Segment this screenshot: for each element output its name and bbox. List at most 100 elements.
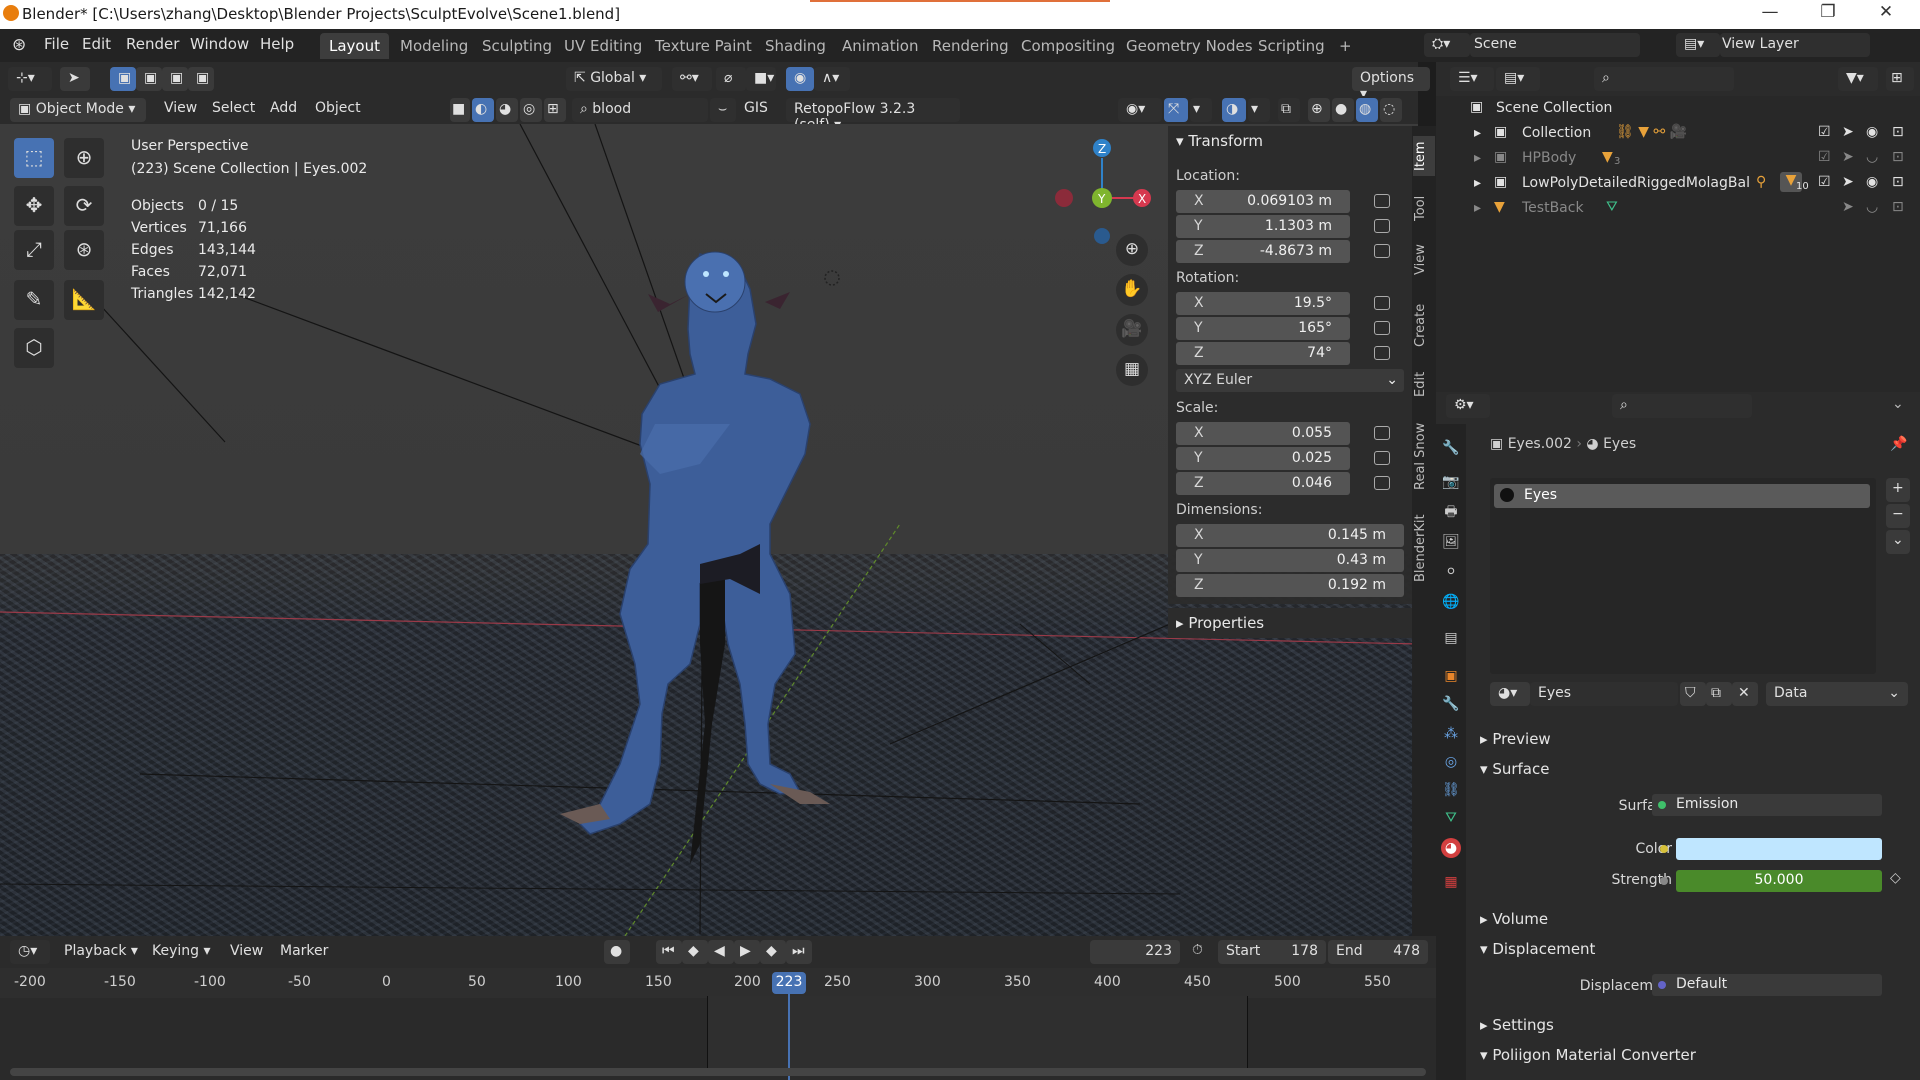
options-dropdown[interactable]: Options ▾: [1352, 67, 1430, 102]
shading-wire-icon[interactable]: ◎: [520, 98, 542, 122]
timeline-area[interactable]: -200 -150 -100 -50 0 50 100 150 200 223 …: [0, 968, 1436, 1080]
exclude-checkbox-icon[interactable]: ☑: [1818, 124, 1831, 140]
select-mode-extend-icon[interactable]: ▣: [136, 67, 162, 91]
exclude-checkbox-icon[interactable]: ☑: [1818, 174, 1831, 190]
duplicate-material-icon[interactable]: ⧉: [1706, 682, 1732, 706]
lock-scale-x-icon[interactable]: [1374, 426, 1390, 440]
play-reverse-icon[interactable]: ◀: [708, 940, 734, 964]
proportional-falloff-icon[interactable]: ∧▾: [814, 67, 850, 91]
section-preview[interactable]: ▸ Preview: [1480, 730, 1551, 748]
render-camera-icon[interactable]: ⊡: [1892, 149, 1904, 165]
blender-menu-icon[interactable]: ⊛: [12, 35, 26, 55]
scene-name-field[interactable]: Scene: [1470, 33, 1640, 57]
viewport-wireframe-icon[interactable]: ⊕: [1308, 98, 1330, 122]
constraints-properties-icon[interactable]: ⛓: [1441, 780, 1461, 800]
expand-arrow-icon[interactable]: ▸: [1474, 175, 1481, 191]
emission-color-swatch[interactable]: [1676, 838, 1882, 860]
next-keyframe-icon[interactable]: ◆: [760, 940, 786, 964]
rotation-x-field[interactable]: X 19.5°: [1176, 292, 1350, 315]
current-frame-field[interactable]: 223: [1090, 940, 1180, 964]
render-properties-icon[interactable]: 📷: [1441, 472, 1461, 492]
modifier-properties-icon[interactable]: 🔧: [1441, 694, 1461, 714]
pivot-point-icon[interactable]: ⚯▾: [672, 67, 712, 91]
dimensions-z-field[interactable]: Z 0.192 m: [1176, 574, 1404, 597]
scale-x-field[interactable]: X 0.055: [1176, 422, 1350, 445]
shading-rendered-icon[interactable]: ◕: [496, 98, 518, 122]
overlay-toggle-icon[interactable]: ◑: [1222, 98, 1246, 122]
playhead-frame-label[interactable]: 223: [772, 972, 806, 994]
prev-keyframe-icon[interactable]: ◆: [682, 940, 708, 964]
viewport-material-icon[interactable]: ◍: [1356, 98, 1378, 122]
sidebar-tab-edit[interactable]: Edit: [1413, 366, 1435, 402]
viewport-menu-object[interactable]: Object: [315, 100, 361, 116]
editor-type-button[interactable]: ⊹▾: [8, 67, 52, 91]
sidebar-tab-item[interactable]: Item: [1413, 136, 1435, 176]
maximize-button[interactable]: ❐: [1808, 2, 1848, 22]
material-browse-icon[interactable]: ◕▾: [1490, 682, 1530, 706]
gizmo-dropdown-icon[interactable]: ▾: [1190, 98, 1212, 122]
output-properties-icon[interactable]: 🖶: [1441, 502, 1461, 522]
object-mode-dropdown[interactable]: ▣ Object Mode ▾: [10, 98, 146, 122]
visibility-eye-icon[interactable]: ◉: [1866, 174, 1878, 190]
view-layer-icon[interactable]: ▤▾: [1676, 33, 1720, 57]
keyframe-diamond-icon[interactable]: ◇: [1890, 870, 1901, 886]
scale-y-field[interactable]: Y 0.025: [1176, 447, 1350, 470]
selectable-arrow-icon[interactable]: ➤: [1842, 124, 1854, 140]
sidebar-tab-view[interactable]: View: [1413, 240, 1435, 280]
particles-properties-icon[interactable]: ⁂: [1441, 724, 1461, 744]
visibility-eye-icon[interactable]: ◉: [1866, 124, 1878, 140]
section-poliigon-converter[interactable]: ▾ Poliigon Material Converter: [1480, 1046, 1696, 1064]
texture-properties-icon[interactable]: ▦: [1441, 872, 1461, 892]
lock-location-x-icon[interactable]: [1374, 194, 1390, 208]
dimensions-x-field[interactable]: X 0.145 m: [1176, 524, 1404, 547]
tool-settings-icon[interactable]: 🔧: [1441, 438, 1461, 458]
material-search-field[interactable]: ⌕ blood: [572, 98, 708, 122]
expand-arrow-icon[interactable]: ▸: [1474, 125, 1481, 141]
outliner-filter-icon[interactable]: ▼▾: [1838, 67, 1878, 91]
viewport-menu-view[interactable]: View: [164, 100, 197, 116]
snap-toggle-icon[interactable]: ⌀: [716, 67, 746, 91]
new-collection-icon[interactable]: ⊞: [1886, 67, 1914, 91]
select-mode-subtract-icon[interactable]: ▣: [162, 67, 188, 91]
use-preview-range-icon[interactable]: ⏱: [1192, 942, 1203, 958]
sidebar-tab-blenderkit[interactable]: BlenderKit: [1413, 510, 1435, 586]
sidebar-tab-create[interactable]: Create: [1413, 300, 1435, 350]
material-search-toggle-icon[interactable]: ⌣: [710, 98, 736, 122]
selectable-arrow-icon[interactable]: ➤: [1842, 149, 1854, 165]
retopoflow-menu[interactable]: RetopoFlow 3.2.3 (self) ▾: [786, 98, 960, 133]
snap-target-icon[interactable]: ■▾: [746, 67, 776, 91]
timeline-editor-type-icon[interactable]: ◷▾: [10, 940, 50, 964]
viewport-solid-icon[interactable]: ●: [1332, 98, 1354, 122]
displacement-field[interactable]: Default: [1652, 974, 1882, 996]
pan-hand-icon[interactable]: ✋: [1116, 274, 1148, 306]
tab-compositing[interactable]: Compositing: [1012, 33, 1124, 59]
ortho-toggle-icon[interactable]: ▦: [1116, 354, 1148, 386]
outliner-row-collection[interactable]: ▸ ▣ Collection ⛓ ▼ ⚯ 🎥 ☑ ➤ ◉ ⊡: [1436, 121, 1920, 146]
material-properties-icon[interactable]: ◕: [1441, 838, 1461, 858]
properties-search-field[interactable]: ⌕: [1612, 394, 1752, 418]
shading-material-icon[interactable]: ◐: [472, 98, 494, 122]
menu-file[interactable]: File: [44, 35, 69, 53]
selectable-arrow-icon[interactable]: ➤: [1842, 174, 1854, 190]
remove-slot-button[interactable]: −: [1886, 504, 1910, 528]
rotation-mode-dropdown[interactable]: XYZ Euler ⌄: [1176, 369, 1404, 392]
menu-render[interactable]: Render: [126, 35, 179, 53]
transform-orientation-dropdown[interactable]: ⇱ Global ▾: [566, 67, 662, 91]
start-frame-field[interactable]: Start 178: [1218, 940, 1326, 964]
rotation-z-field[interactable]: Z 74°: [1176, 342, 1350, 365]
physics-properties-icon[interactable]: ◎: [1441, 752, 1461, 772]
render-camera-icon[interactable]: ⊡: [1892, 124, 1904, 140]
expand-arrow-icon[interactable]: ▸: [1474, 150, 1481, 166]
shading-extra-icon[interactable]: ⊞: [544, 98, 566, 122]
lock-scale-y-icon[interactable]: [1374, 451, 1390, 465]
annotate-tool-icon[interactable]: ✎: [14, 280, 54, 320]
jump-end-icon[interactable]: ⏭: [786, 940, 812, 964]
section-settings[interactable]: ▸ Settings: [1480, 1016, 1554, 1034]
render-camera-icon[interactable]: ⊡: [1892, 199, 1904, 215]
gis-menu[interactable]: GIS: [744, 100, 768, 116]
visibility-icon[interactable]: ◉▾: [1118, 98, 1162, 122]
select-tool-icon[interactable]: ➤: [60, 67, 90, 91]
material-name-field[interactable]: Eyes: [1530, 682, 1678, 706]
tab-animation[interactable]: Animation: [833, 33, 927, 59]
outliner-row-molagbal[interactable]: ▸ ▣ LowPolyDetailedRiggedMolagBal ⚲ ▼ 10 ☑ ➤ ◉ ⊡: [1436, 171, 1920, 196]
